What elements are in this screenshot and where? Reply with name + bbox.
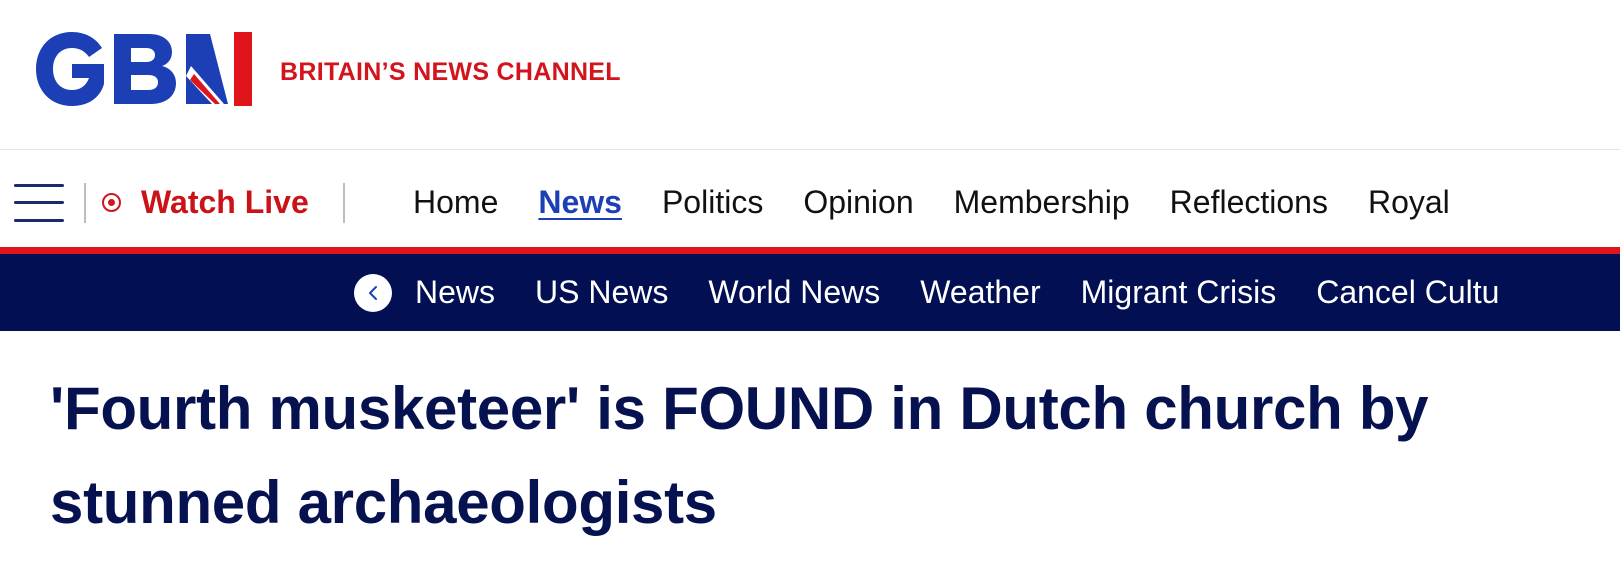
nav-item-membership[interactable]: Membership <box>954 184 1130 221</box>
sub-nav-item-news[interactable]: News <box>415 274 495 311</box>
nav-item-royal[interactable]: Royal <box>1368 184 1450 221</box>
nav-divider <box>343 183 345 223</box>
article-headline: 'Fourth musketeer' is FOUND in Dutch chu… <box>50 375 1429 536</box>
nav-item-politics[interactable]: Politics <box>662 184 763 221</box>
nav-item-home[interactable]: Home <box>413 184 498 221</box>
hamburger-menu-icon[interactable] <box>14 184 64 222</box>
site-header: BRITAIN’S NEWS CHANNEL <box>0 0 1620 150</box>
site-tagline: BRITAIN’S NEWS CHANNEL <box>280 58 621 86</box>
main-nav: Watch Live Home News Politics Opinion Me… <box>0 150 1620 254</box>
nav-divider <box>84 183 86 223</box>
nav-item-news[interactable]: News <box>538 184 622 221</box>
sub-nav-item-weather[interactable]: Weather <box>920 274 1040 311</box>
primary-nav-links: Home News Politics Opinion Membership Re… <box>413 180 1490 224</box>
gbn-logo[interactable] <box>34 30 256 108</box>
nav-item-reflections[interactable]: Reflections <box>1170 184 1328 221</box>
scroll-left-button[interactable] <box>354 274 392 312</box>
sub-nav-item-us-news[interactable]: US News <box>535 274 668 311</box>
live-icon <box>102 192 121 212</box>
sub-nav-item-migrant-crisis[interactable]: Migrant Crisis <box>1081 274 1277 311</box>
sub-nav-item-cancel-culture[interactable]: Cancel Cultu <box>1316 274 1499 311</box>
watch-live-link[interactable]: Watch Live <box>102 180 309 224</box>
gbn-logo-icon <box>36 32 252 106</box>
nav-item-opinion[interactable]: Opinion <box>803 184 913 221</box>
chevron-left-icon <box>369 286 377 300</box>
sub-nav: News US News World News Weather Migrant … <box>0 254 1620 331</box>
sub-nav-links: News US News World News Weather Migrant … <box>415 254 1539 331</box>
sub-nav-item-world-news[interactable]: World News <box>708 274 880 311</box>
watch-live-label: Watch Live <box>141 183 309 220</box>
